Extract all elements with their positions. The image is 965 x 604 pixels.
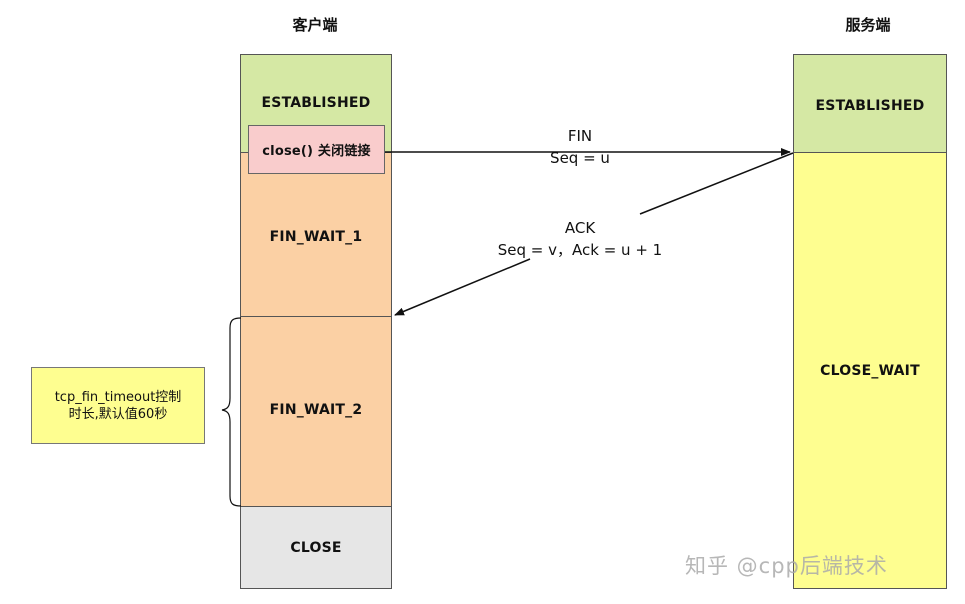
arrows-layer — [221, 148, 794, 507]
ack-arrow-upper — [639, 152, 794, 215]
timeout-note-line1: tcp_fin_timeout控制 — [54, 389, 182, 405]
timeout-note-line2: 时长,默认值60秒 — [68, 406, 168, 422]
fin-message: FIN Seq = u — [520, 125, 640, 169]
fin-message-line2: Seq = u — [550, 149, 610, 167]
timeout-bracket — [221, 317, 242, 507]
ack-message-line1: ACK — [564, 219, 596, 237]
timeout-note: tcp_fin_timeout控制 时长,默认值60秒 — [31, 367, 205, 444]
fin-message-line1: FIN — [567, 127, 593, 145]
ack-message-line2: Seq = v，Ack = u + 1 — [497, 241, 663, 259]
ack-arrow-lower — [394, 258, 531, 316]
ack-message: ACK Seq = v，Ack = u + 1 — [470, 217, 690, 261]
watermark: 知乎 @cpp后端技术 — [685, 554, 888, 578]
